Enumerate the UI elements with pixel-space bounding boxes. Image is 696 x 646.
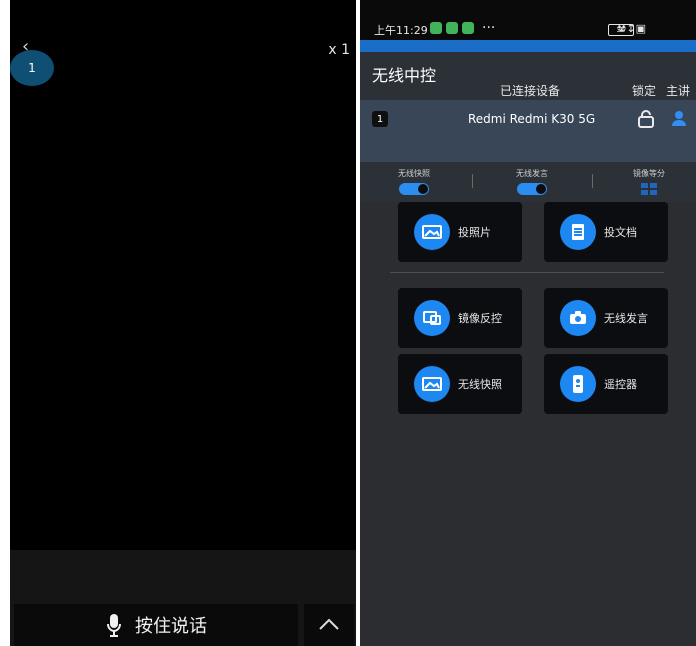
camera-icon xyxy=(560,300,596,336)
top-blue-strip xyxy=(360,40,696,52)
status-bar: 上午11:29 ··· ☢↕▣ 34 xyxy=(360,0,696,40)
card-mirror-control[interactable]: 镜像反控 xyxy=(398,288,522,348)
page-title: 无线中控 xyxy=(372,66,437,85)
presenter-column-label: 主讲 xyxy=(666,84,691,98)
app-badge-2 xyxy=(446,22,458,34)
card-cast-document[interactable]: 投文档 xyxy=(544,202,668,262)
card-cast-photo-label: 投照片 xyxy=(458,226,491,239)
wireless-speech-toggle[interactable]: 无线发言 xyxy=(510,168,554,195)
card-wireless-speech-label: 无线发言 xyxy=(604,312,648,325)
snapshot-icon xyxy=(414,366,450,402)
page-number-badge[interactable]: 1 xyxy=(10,50,54,86)
mirror-split-control[interactable]: 镜像等分 xyxy=(626,168,672,195)
function-menu: 投照片 投文档 镜像反控 无线发言 无线快照 遥控器 xyxy=(360,202,696,646)
card-wireless-snapshot-label: 无线快照 xyxy=(458,378,502,391)
card-remote-control-label: 遥控器 xyxy=(604,378,637,391)
mirror-control-icon xyxy=(414,300,450,336)
card-wireless-snapshot[interactable]: 无线快照 xyxy=(398,354,522,414)
hold-to-talk-button[interactable]: 按住说话 xyxy=(14,604,298,646)
chevron-up-icon xyxy=(318,616,340,635)
grid-icon[interactable] xyxy=(641,183,657,195)
right-panel: 上午11:29 ··· ☢↕▣ 34 无线中控 已连接设备 锁定 主讲 1 Re… xyxy=(360,0,696,646)
wireless-snapshot-toggle[interactable]: 无线快照 xyxy=(394,168,434,195)
wireless-speech-switch[interactable] xyxy=(517,183,547,195)
device-name: Redmi Redmi K30 5G xyxy=(468,112,596,126)
control-toggles: 无线快照 无线发言 镜像等分 xyxy=(360,162,696,202)
wireless-snapshot-label: 无线快照 xyxy=(398,169,430,178)
wireless-speech-label: 无线发言 xyxy=(516,169,548,178)
image-icon xyxy=(414,214,450,250)
remote-icon xyxy=(560,366,596,402)
control-divider-2 xyxy=(592,174,593,188)
card-wireless-speech[interactable]: 无线发言 xyxy=(544,288,668,348)
app-badge-3 xyxy=(462,22,474,34)
control-divider-1 xyxy=(472,174,473,188)
card-mirror-control-label: 镜像反控 xyxy=(458,312,502,325)
more-dots: ··· xyxy=(482,20,496,36)
device-index: 1 xyxy=(372,111,388,127)
hold-to-talk-label: 按住说话 xyxy=(135,616,207,637)
menu-divider xyxy=(390,272,664,273)
battery-icon: 34 xyxy=(608,24,634,36)
expand-toggle[interactable] xyxy=(304,604,354,646)
card-remote-control[interactable]: 遥控器 xyxy=(544,354,668,414)
connected-devices-label: 已连接设备 xyxy=(500,84,561,98)
lock-column-label: 锁定 xyxy=(632,84,657,98)
microphone-icon xyxy=(105,612,123,638)
document-icon xyxy=(560,214,596,250)
mirror-split-label: 镜像等分 xyxy=(633,169,665,178)
device-list-spacer xyxy=(360,140,696,162)
left-panel: ‹ 1 x 1 按住说话 xyxy=(10,0,356,646)
zoom-level: x 1 xyxy=(328,42,350,58)
wireless-snapshot-switch[interactable] xyxy=(399,183,429,195)
card-cast-document-label: 投文档 xyxy=(604,226,637,239)
card-cast-photo[interactable]: 投照片 xyxy=(398,202,522,262)
unlock-icon[interactable] xyxy=(636,109,656,129)
status-time: 上午11:29 xyxy=(374,24,428,37)
device-row[interactable]: 1 Redmi Redmi K30 5G xyxy=(360,100,696,140)
app-badge-1 xyxy=(430,22,442,34)
person-icon[interactable] xyxy=(670,109,688,127)
